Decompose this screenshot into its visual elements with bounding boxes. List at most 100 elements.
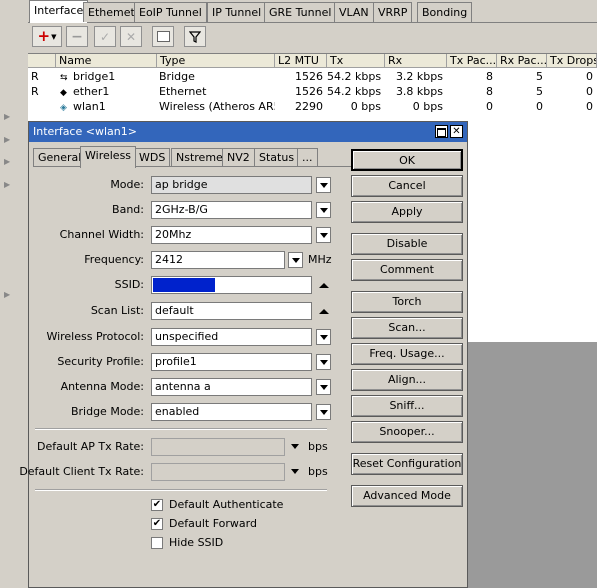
advanced-mode-button[interactable]: Advanced Mode bbox=[351, 485, 463, 507]
default-client-tx-rate-dropdown-button[interactable] bbox=[291, 464, 299, 474]
cross-icon: ✕ bbox=[125, 29, 137, 44]
tab-vrrp[interactable]: VRRP bbox=[373, 2, 413, 22]
frequency-select[interactable]: 2412 bbox=[151, 251, 285, 269]
cancel-button[interactable]: Cancel bbox=[351, 175, 463, 197]
close-icon[interactable]: ✕ bbox=[450, 125, 463, 138]
column-header-type[interactable]: Type bbox=[157, 54, 275, 68]
chevron-down-icon bbox=[319, 359, 328, 365]
ok-button[interactable]: OK bbox=[351, 149, 463, 171]
check-icon: ✓ bbox=[99, 29, 111, 44]
frequency-dropdown-button[interactable] bbox=[288, 252, 303, 268]
disable-button[interactable]: Disable bbox=[351, 233, 463, 255]
default-authenticate-checkbox[interactable]: ✔ bbox=[151, 499, 163, 511]
column-header-tx-drops[interactable]: Tx Drops bbox=[547, 54, 597, 68]
row-flag bbox=[31, 99, 51, 114]
chevron-right-icon: ▶ bbox=[4, 135, 11, 144]
default-ap-tx-rate-input[interactable] bbox=[151, 438, 285, 456]
hide-ssid-checkbox[interactable] bbox=[151, 537, 163, 549]
band-dropdown-button[interactable] bbox=[316, 202, 331, 218]
tab-interface[interactable]: Interface bbox=[29, 0, 89, 23]
default-client-tx-rate-label: Default Client Tx Rate: bbox=[19, 465, 144, 478]
tab-vlan[interactable]: VLAN bbox=[334, 2, 374, 22]
sniff-button[interactable]: Sniff... bbox=[351, 395, 463, 417]
row-l2mtu: 2290 bbox=[295, 100, 323, 113]
row-type: Wireless (Atheros AR5... bbox=[159, 100, 275, 113]
tab-gre-tunnel[interactable]: GRE Tunnel bbox=[264, 2, 337, 22]
tab-wireless[interactable]: Wireless bbox=[80, 146, 137, 168]
column-header-tx-packets[interactable]: Tx Pac... bbox=[447, 54, 497, 68]
scan-list-input[interactable]: default bbox=[151, 302, 312, 320]
tab-eoip-tunnel[interactable]: EoIP Tunnel bbox=[134, 2, 207, 22]
band-select[interactable]: 2GHz-B/G bbox=[151, 201, 312, 219]
comment-button[interactable]: Comment bbox=[351, 259, 463, 281]
freq-usage-button[interactable]: Freq. Usage... bbox=[351, 343, 463, 365]
scan-list-collapse-button[interactable] bbox=[319, 305, 329, 314]
chevron-down-icon bbox=[319, 409, 328, 415]
wireless-protocol-dropdown-button[interactable] bbox=[316, 329, 331, 345]
interface-tabs: Interface Ethemet EoIP Tunnel IP Tunnel … bbox=[28, 0, 597, 23]
tab-ip-tunnel[interactable]: IP Tunnel bbox=[207, 2, 267, 22]
tab-more[interactable]: ... bbox=[297, 148, 318, 167]
column-header-l2mtu[interactable]: L2 MTU bbox=[275, 54, 327, 68]
disable-button[interactable]: ✕ bbox=[120, 26, 142, 47]
column-header-flags bbox=[28, 54, 56, 68]
restore-icon[interactable] bbox=[435, 125, 448, 138]
tab-ethernet[interactable]: Ethemet bbox=[83, 2, 140, 22]
tab-nstreme[interactable]: Nstreme bbox=[171, 148, 228, 167]
chevron-down-icon bbox=[291, 257, 300, 263]
scan-button[interactable]: Scan... bbox=[351, 317, 463, 339]
minus-icon: − bbox=[71, 28, 83, 45]
comment-button[interactable] bbox=[152, 26, 174, 47]
bridge-mode-select[interactable]: enabled bbox=[151, 403, 312, 421]
ssid-input[interactable] bbox=[151, 276, 312, 294]
row-tx-packets: 0 bbox=[486, 100, 493, 113]
chevron-down-icon bbox=[319, 384, 328, 390]
antenna-mode-dropdown-button[interactable] bbox=[316, 379, 331, 395]
row-l2mtu: 1526 bbox=[295, 70, 323, 83]
default-ap-tx-rate-dropdown-button[interactable] bbox=[291, 439, 299, 449]
snooper-button[interactable]: Snooper... bbox=[351, 421, 463, 443]
bridge-mode-label: Bridge Mode: bbox=[70, 405, 144, 418]
filter-button[interactable] bbox=[184, 26, 206, 47]
channel-width-select[interactable]: 20Mhz bbox=[151, 226, 312, 244]
add-button[interactable]: + ▼ bbox=[32, 26, 62, 47]
column-header-rx[interactable]: Rx bbox=[385, 54, 447, 68]
dialog-titlebar[interactable]: Interface <wlan1> ✕ bbox=[29, 122, 467, 142]
tab-wds[interactable]: WDS bbox=[134, 148, 171, 167]
mode-select[interactable]: ap bridge bbox=[151, 176, 312, 194]
default-forward-checkbox[interactable]: ✔ bbox=[151, 518, 163, 530]
reset-configuration-button[interactable]: Reset Configuration bbox=[351, 453, 463, 475]
channel-width-dropdown-button[interactable] bbox=[316, 227, 331, 243]
ssid-collapse-button[interactable] bbox=[319, 279, 329, 288]
default-ap-tx-rate-unit: bps bbox=[308, 440, 328, 453]
column-header-name[interactable]: Name bbox=[56, 54, 157, 68]
column-header-rx-packets[interactable]: Rx Pac... bbox=[497, 54, 547, 68]
row-tx: 54.2 kbps bbox=[327, 85, 382, 98]
enable-button[interactable]: ✓ bbox=[94, 26, 116, 47]
apply-button[interactable]: Apply bbox=[351, 201, 463, 223]
align-button[interactable]: Align... bbox=[351, 369, 463, 391]
column-header-tx[interactable]: Tx bbox=[327, 54, 385, 68]
row-type: Bridge bbox=[159, 70, 195, 83]
wireless-protocol-select[interactable]: unspecified bbox=[151, 328, 312, 346]
left-panel-strip: ▶ ▶ ▶ ▶ ▶ bbox=[0, 0, 29, 588]
row-rx-packets: 0 bbox=[536, 100, 543, 113]
security-profile-dropdown-button[interactable] bbox=[316, 354, 331, 370]
chevron-down-icon: ▼ bbox=[51, 32, 57, 41]
row-tx: 54.2 kbps bbox=[327, 70, 382, 83]
torch-button[interactable]: Torch bbox=[351, 291, 463, 313]
mode-dropdown-button[interactable] bbox=[316, 177, 331, 193]
row-tx-drops: 0 bbox=[586, 70, 593, 83]
antenna-mode-select[interactable]: antenna a bbox=[151, 378, 312, 396]
bridge-mode-dropdown-button[interactable] bbox=[316, 404, 331, 420]
row-flag: R bbox=[31, 70, 39, 83]
remove-button[interactable]: − bbox=[66, 26, 88, 47]
default-client-tx-rate-input[interactable] bbox=[151, 463, 285, 481]
tab-status[interactable]: Status bbox=[254, 148, 300, 167]
tab-nv2[interactable]: NV2 bbox=[222, 148, 255, 167]
tab-general[interactable]: General bbox=[33, 148, 87, 167]
antenna-mode-label: Antenna Mode: bbox=[60, 380, 144, 393]
security-profile-select[interactable]: profile1 bbox=[151, 353, 312, 371]
tab-bonding[interactable]: Bonding bbox=[417, 2, 473, 22]
ssid-label: SSID: bbox=[114, 278, 144, 291]
